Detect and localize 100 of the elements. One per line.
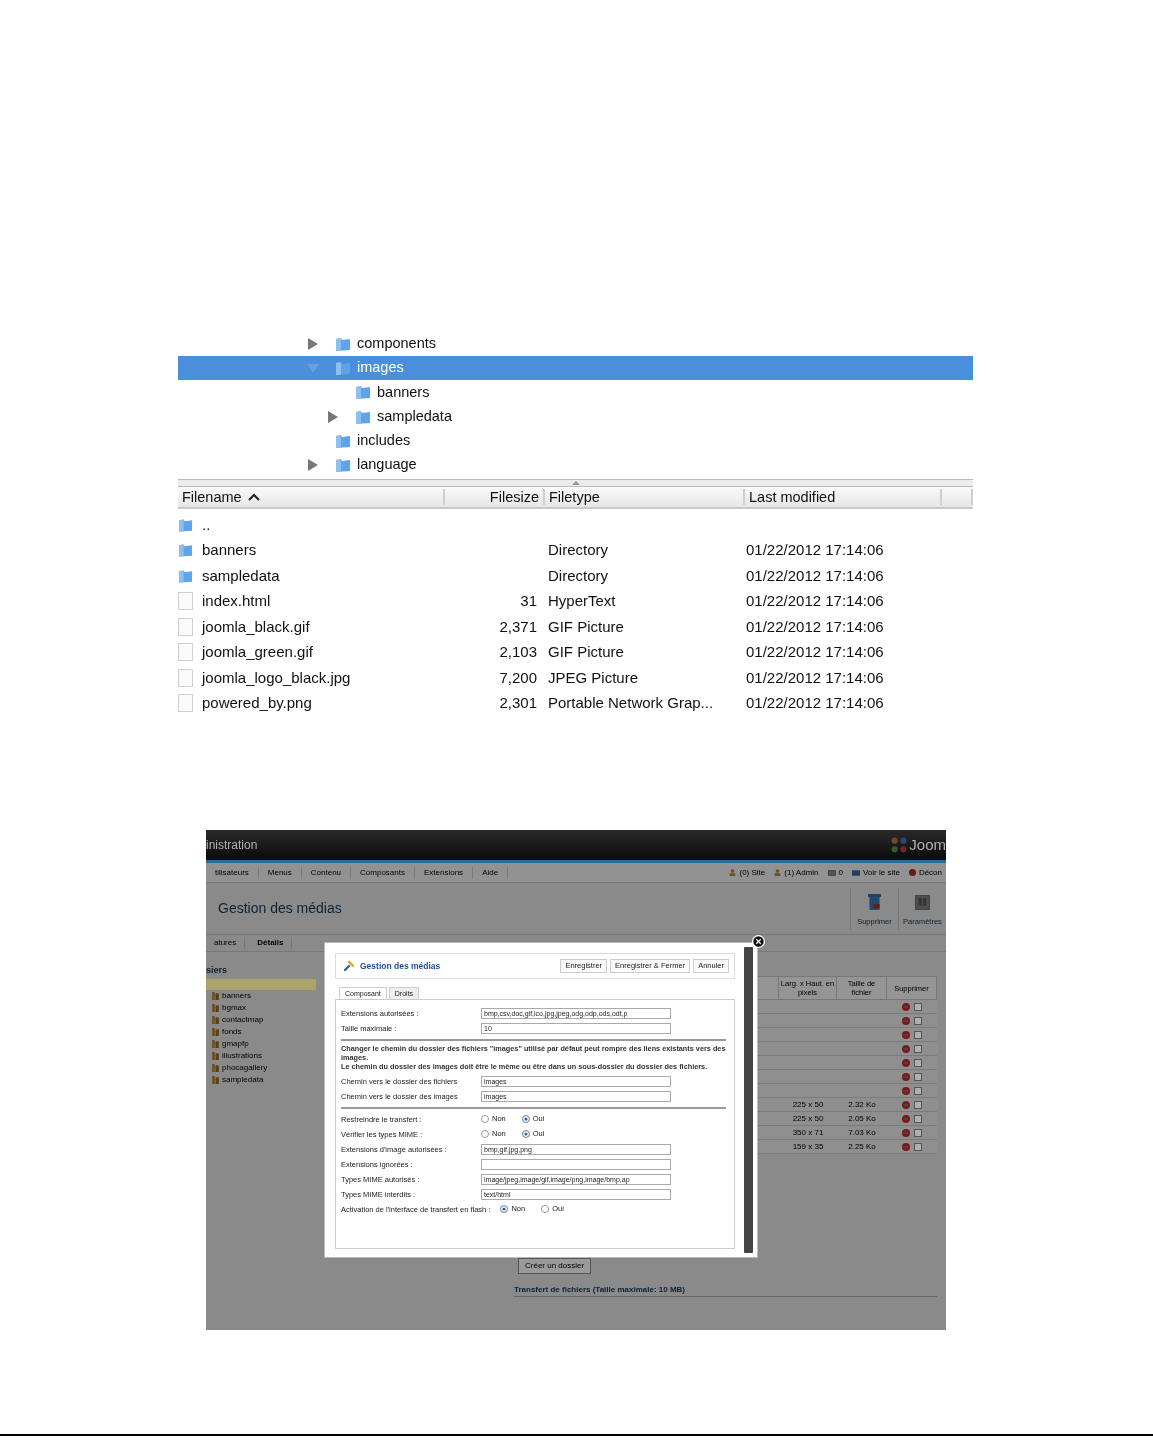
checkbox[interactable]: [914, 1058, 922, 1067]
file-icon: [178, 668, 193, 687]
splitter[interactable]: [178, 479, 973, 488]
folder-name[interactable]: gmapfp: [222, 1038, 249, 1050]
delete-icon[interactable]: [902, 1142, 910, 1151]
folder-icon: [335, 336, 351, 353]
close-icon[interactable]: [752, 935, 765, 948]
column-header[interactable]: Filetype: [545, 489, 745, 506]
folder-name[interactable]: banners: [222, 990, 251, 1002]
collapsed-arrow-icon[interactable]: [327, 410, 339, 423]
file-name[interactable]: banners: [202, 539, 257, 562]
radio-button[interactable]: [521, 1129, 530, 1138]
modified-date: 01/22/2012 17:14:06: [746, 643, 884, 661]
folder-icon: [212, 1064, 219, 1072]
checkbox[interactable]: [914, 1114, 922, 1123]
delete-icon[interactable]: [902, 1002, 910, 1011]
scrollbar[interactable]: [744, 947, 753, 1253]
tree-item[interactable]: includes: [178, 428, 973, 453]
folder-name[interactable]: illustrations: [222, 1050, 262, 1062]
tree-item[interactable]: banners: [178, 380, 973, 405]
folder-name[interactable]: contactmap: [222, 1014, 264, 1026]
tree-item[interactable]: language: [178, 452, 973, 478]
menu-item[interactable]: tilisateurs: [206, 866, 259, 879]
file-icon: [178, 617, 193, 636]
folder-icon: [212, 1004, 219, 1012]
image-dimensions: 225 x 50: [792, 1099, 824, 1109]
file-name[interactable]: ..: [202, 513, 211, 537]
file-size: 2,103: [499, 643, 537, 661]
status-link[interactable]: (0) Site: [729, 866, 766, 879]
power-icon: [908, 869, 916, 876]
status-link[interactable]: 0: [827, 866, 843, 879]
menu-item[interactable]: Aide: [473, 866, 509, 879]
radio-button[interactable]: [481, 1114, 489, 1123]
delete-icon[interactable]: [902, 1128, 910, 1137]
menu-item[interactable]: Contenu: [301, 866, 352, 879]
delete-icon[interactable]: [902, 1030, 910, 1039]
menu-item[interactable]: Composants: [351, 866, 415, 879]
file-name[interactable]: joomla_logo_black.jpg: [202, 666, 351, 690]
delete-icon[interactable]: [902, 1044, 910, 1053]
view-tab[interactable]: Détails: [249, 937, 293, 949]
file-name[interactable]: joomla_green.gif: [202, 641, 313, 664]
radio-button[interactable]: [481, 1129, 489, 1138]
folder-name[interactable]: fonds: [222, 1026, 242, 1038]
input-field[interactable]: [481, 1159, 671, 1170]
user-icon: [729, 869, 737, 876]
image-dimensions: 350 x 71: [792, 1127, 824, 1137]
file-size: 2,371: [499, 617, 537, 635]
tree-item[interactable]: sampledata: [178, 404, 973, 429]
delete-icon[interactable]: [902, 1058, 910, 1067]
status-link[interactable]: (1) Admin: [774, 866, 819, 879]
checkbox[interactable]: [914, 1086, 922, 1095]
checkbox[interactable]: [914, 1100, 922, 1109]
checkbox[interactable]: [914, 1072, 922, 1081]
delete-icon[interactable]: [902, 1016, 910, 1025]
delete-icon[interactable]: [902, 1100, 910, 1109]
file-size: 2.05 Ko: [848, 1113, 876, 1123]
tree-item[interactable]: components: [178, 332, 973, 357]
logo-text: Joom: [909, 834, 946, 855]
file-name[interactable]: joomla_black.gif: [202, 615, 310, 639]
file-name[interactable]: powered_by.png: [202, 692, 312, 715]
delete-icon[interactable]: [902, 1114, 910, 1123]
create-folder-button[interactable]: Créer un dossier: [518, 1258, 592, 1274]
modified-date: 01/22/2012 17:14:06: [746, 668, 884, 686]
radio-button[interactable]: [521, 1114, 530, 1123]
folders-heading: siers: [206, 964, 228, 977]
checkbox[interactable]: [914, 1030, 922, 1039]
column-header[interactable]: Filename: [178, 489, 445, 506]
file-size: 2.32 Ko: [848, 1099, 876, 1109]
file-name[interactable]: sampledata: [202, 564, 280, 588]
collapsed-arrow-icon[interactable]: [307, 338, 319, 351]
menu-item[interactable]: Extensions: [415, 866, 474, 879]
tools-icon: [344, 961, 354, 971]
checkbox[interactable]: [914, 1016, 922, 1025]
collapsed-arrow-icon[interactable]: [307, 459, 319, 472]
file-size: 7.03 Ko: [848, 1127, 876, 1137]
checkbox[interactable]: [914, 1142, 922, 1151]
file-size: 2,301: [499, 694, 537, 712]
view-tab[interactable]: atures: [206, 937, 246, 949]
folder-name[interactable]: bgmax: [222, 1002, 246, 1014]
file-type: HyperText: [548, 592, 616, 610]
checkbox[interactable]: [914, 1002, 922, 1011]
status-link[interactable]: Voir le site: [851, 866, 900, 879]
delete-icon[interactable]: [902, 1072, 910, 1081]
status-link[interactable]: Décon: [908, 866, 942, 879]
checkbox[interactable]: [914, 1128, 922, 1137]
column-header[interactable]: Filesize: [445, 489, 545, 506]
checkbox[interactable]: [914, 1044, 922, 1053]
radio-button[interactable]: [500, 1204, 509, 1213]
column-header[interactable]: Last modified: [745, 489, 942, 506]
upload-legend: Transfert de fichiers (Taille maximale: 10 MB): [514, 1284, 937, 1297]
folder-name[interactable]: phocagallery: [222, 1062, 268, 1074]
menu-item[interactable]: Menus: [258, 866, 302, 879]
dialog-title: Gestion des médias: [360, 959, 441, 973]
folder-icon: [335, 457, 351, 474]
radio-button[interactable]: [541, 1204, 550, 1213]
logo-icon: [891, 837, 908, 853]
folder-icon: [212, 1040, 219, 1048]
delete-icon[interactable]: [902, 1086, 910, 1095]
folder-name[interactable]: sampledata: [222, 1074, 264, 1086]
file-name[interactable]: index.html: [202, 590, 271, 613]
